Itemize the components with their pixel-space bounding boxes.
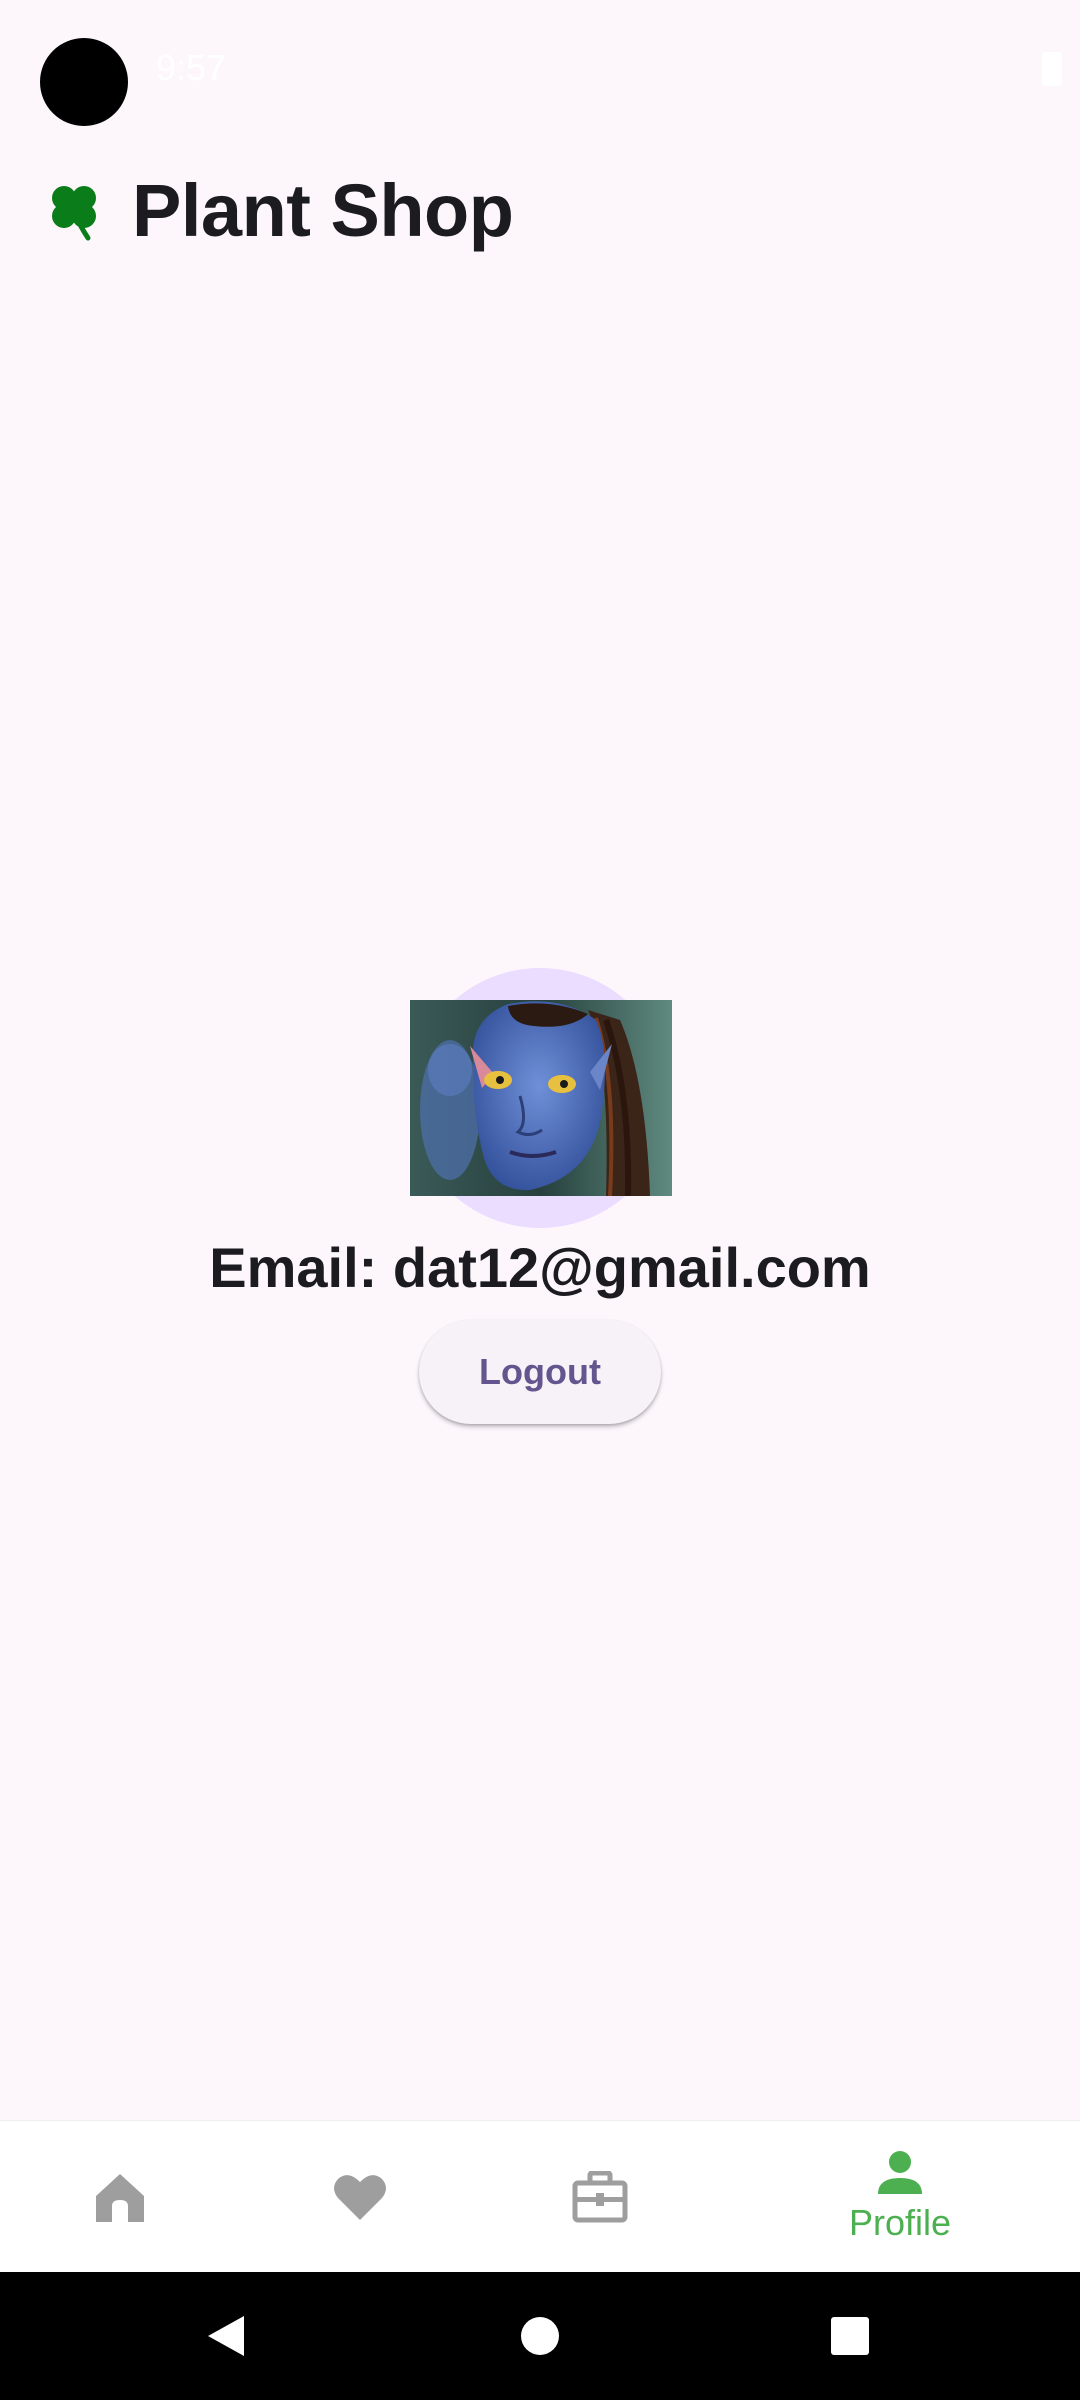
home-circle-icon: [521, 2317, 559, 2355]
nav-profile[interactable]: Profile: [800, 2121, 1000, 2273]
nav-home[interactable]: [60, 2121, 180, 2273]
four-leaf-clover-icon: [52, 186, 96, 241]
app-header: Plant Shop: [40, 160, 514, 260]
camera-cutout: [40, 38, 128, 126]
battery-icon: [1042, 52, 1062, 86]
briefcase-icon: [572, 2171, 628, 2223]
system-back-button[interactable]: [196, 2272, 256, 2400]
logout-button[interactable]: Logout: [419, 1320, 661, 1424]
bottom-navigation-bar: Profile: [0, 2120, 1080, 2273]
person-icon: [878, 2151, 922, 2194]
nav-cart[interactable]: [540, 2121, 660, 2273]
home-icon: [96, 2174, 144, 2222]
app-title: Plant Shop: [132, 168, 514, 252]
nav-favorites[interactable]: [300, 2121, 420, 2273]
status-time: 9:57: [156, 47, 227, 88]
profile-avatar-photo: [410, 1000, 672, 1196]
system-home-button[interactable]: [500, 2272, 580, 2400]
recents-icon: [831, 2317, 869, 2355]
nav-profile-label: Profile: [848, 2202, 952, 2243]
system-navigation-bar: [0, 2272, 1080, 2400]
back-icon: [208, 2316, 244, 2356]
status-bar: 9:57: [0, 0, 1080, 130]
profile-avatar: [410, 968, 672, 1228]
heart-icon: [334, 2175, 386, 2220]
email-text: Email: dat12@gmail.com: [209, 1236, 871, 1299]
system-recents-button[interactable]: [820, 2272, 880, 2400]
